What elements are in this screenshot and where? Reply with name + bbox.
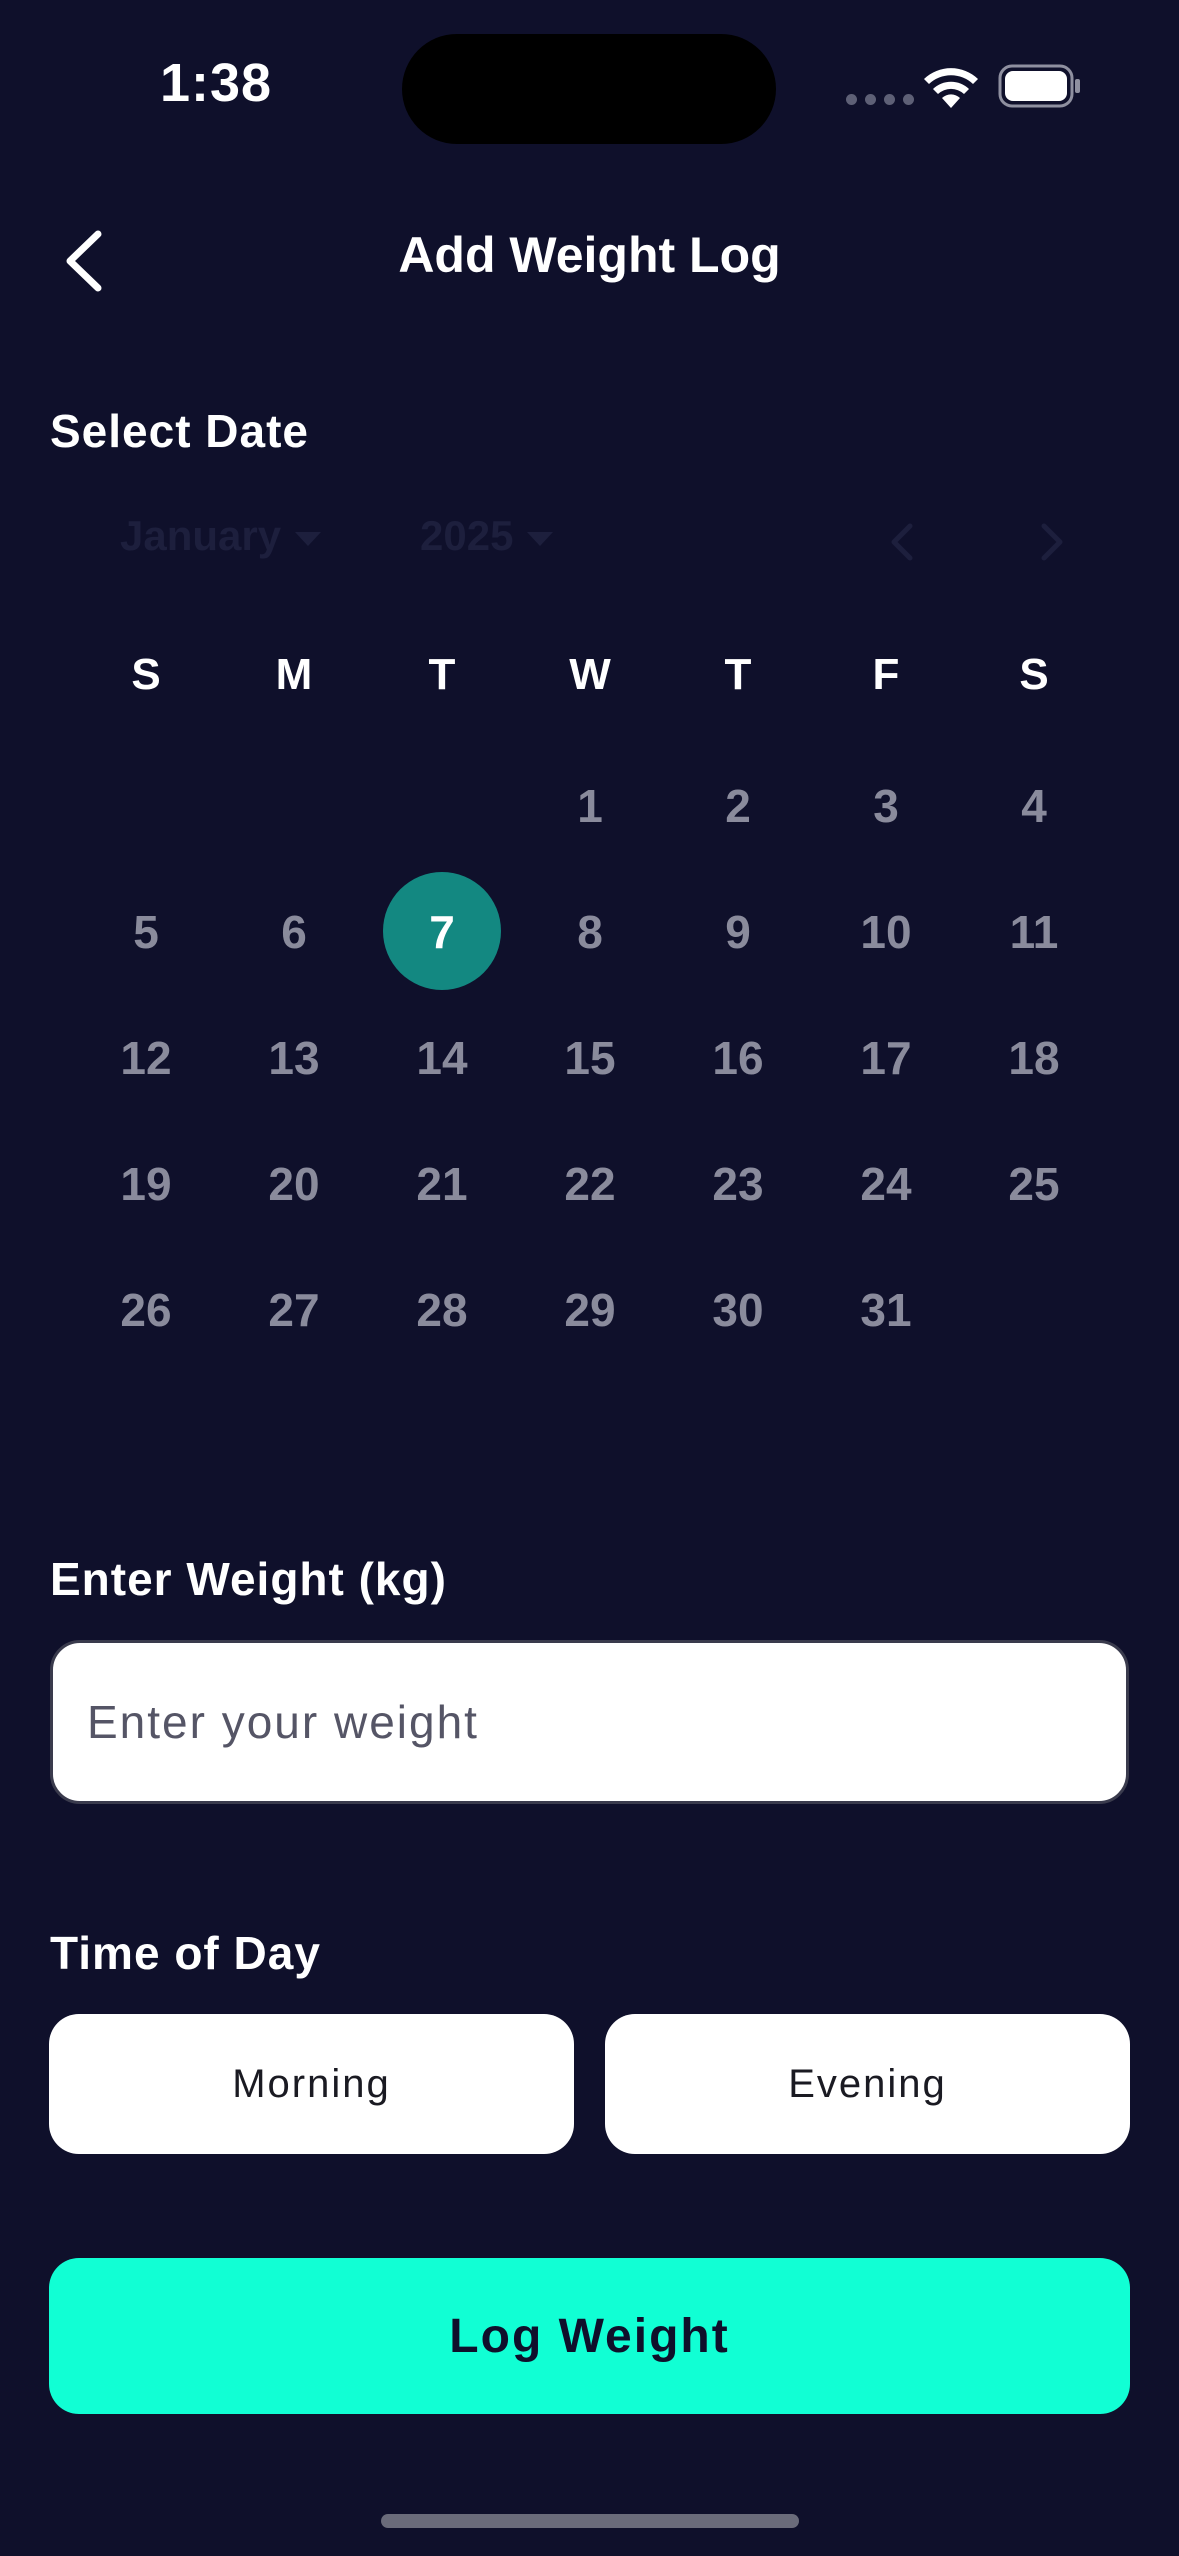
morning-button-label: Morning [232, 2061, 391, 2106]
year-dropdown[interactable]: 2025 [420, 512, 554, 568]
calendar-day-number: 11 [1009, 906, 1059, 958]
calendar-day-number: 25 [1008, 1158, 1060, 1210]
calendar-day-number: 31 [860, 1284, 912, 1336]
add-weight-log-screen: 1:38 Add Weight Log Select Date January … [0, 0, 1179, 2556]
calendar-day[interactable]: 26 [86, 1250, 206, 1370]
calendar-day[interactable]: 13 [234, 998, 354, 1118]
calendar-day[interactable]: 5 [86, 872, 206, 992]
calendar-day-number: 9 [725, 906, 751, 958]
weekday-label: T [724, 650, 752, 699]
log-weight-button[interactable]: Log Weight [49, 2258, 1130, 2414]
calendar-day-number: 3 [873, 780, 899, 832]
calendar-day-number: 28 [416, 1284, 468, 1336]
log-weight-button-label: Log Weight [449, 2309, 730, 2363]
calendar-day[interactable]: 11 [974, 872, 1094, 992]
time-of-day-label: Time of Day [50, 1927, 321, 1979]
weight-input[interactable] [50, 1640, 1129, 1804]
calendar-day[interactable]: 30 [678, 1250, 798, 1370]
calendar-day-number: 20 [268, 1158, 320, 1210]
calendar-day[interactable]: 21 [382, 1124, 502, 1244]
calendar-day[interactable]: 22 [530, 1124, 650, 1244]
calendar-day-number: 12 [120, 1032, 172, 1084]
calendar-day[interactable]: 8 [530, 872, 650, 992]
calendar-day-number: 8 [577, 906, 603, 958]
calendar-day-number: 5 [133, 906, 159, 958]
calendar-day[interactable]: 12 [86, 998, 206, 1118]
calendar-day[interactable]: 9 [678, 872, 798, 992]
calendar-day[interactable]: 23 [678, 1124, 798, 1244]
calendar-day[interactable]: 10 [826, 872, 946, 992]
wifi-icon [924, 68, 978, 108]
caret-down-icon [295, 531, 322, 546]
weekday-label: F [872, 650, 900, 699]
status-time: 1:38 [160, 53, 273, 113]
weekday-label: T [428, 650, 456, 699]
month-dropdown[interactable]: January [120, 512, 322, 568]
calendar-day[interactable]: 29 [530, 1250, 650, 1370]
calendar-day[interactable]: 27 [234, 1250, 354, 1370]
weekday-label: S [131, 650, 161, 699]
calendar-day-number: 2 [725, 780, 751, 832]
page-title: Add Weight Log [398, 227, 781, 283]
calendar-day[interactable]: 6 [234, 872, 354, 992]
calendar-day[interactable]: 17 [826, 998, 946, 1118]
calendar-day-number: 26 [120, 1284, 172, 1336]
calendar-day[interactable]: 31 [826, 1250, 946, 1370]
calendar-day-number: 15 [564, 1032, 616, 1084]
calendar-day-number: 29 [564, 1284, 616, 1336]
calendar-day[interactable]: 4 [974, 746, 1094, 866]
calendar-day-number: 18 [1008, 1032, 1060, 1084]
next-month-icon[interactable] [1032, 520, 1072, 564]
caret-down-icon [527, 531, 554, 546]
calendar-day-number: 10 [860, 906, 912, 958]
calendar-day-number: 16 [712, 1032, 764, 1084]
cellular-signal-icon [846, 94, 914, 105]
previous-month-icon[interactable] [882, 520, 922, 564]
calendar-day[interactable]: 2 [678, 746, 798, 866]
calendar-day[interactable]: 1 [530, 746, 650, 866]
calendar-day[interactable]: 3 [826, 746, 946, 866]
calendar-day-selected[interactable]: 7 [382, 872, 502, 992]
battery-icon [998, 64, 1080, 108]
select-date-label: Select Date [50, 405, 310, 457]
calendar-day-number: 23 [712, 1158, 764, 1210]
calendar-day[interactable]: 25 [974, 1124, 1094, 1244]
calendar-day-number: 22 [564, 1158, 616, 1210]
calendar-day-number: 27 [268, 1284, 320, 1336]
calendar-day[interactable]: 28 [382, 1250, 502, 1370]
calendar-day[interactable]: 14 [382, 998, 502, 1118]
calendar-day-number: 30 [712, 1284, 764, 1336]
weekday-label: S [1019, 650, 1049, 699]
evening-button[interactable]: Evening [605, 2014, 1130, 2154]
calendar-day-number: 6 [281, 906, 307, 958]
calendar-day[interactable]: 18 [974, 998, 1094, 1118]
calendar-day-number: 19 [120, 1158, 172, 1210]
weekday-label: M [275, 650, 313, 699]
calendar-day-number: 4 [1021, 780, 1047, 832]
home-indicator [381, 2514, 799, 2528]
calendar-day-number: 17 [860, 1032, 912, 1084]
evening-button-label: Evening [788, 2061, 947, 2106]
calendar-day-number: 13 [268, 1032, 320, 1084]
calendar-day[interactable]: 20 [234, 1124, 354, 1244]
month-label: January [120, 512, 282, 559]
morning-button[interactable]: Morning [49, 2014, 574, 2154]
calendar-day[interactable]: 15 [530, 998, 650, 1118]
calendar-day[interactable]: 19 [86, 1124, 206, 1244]
calendar-day-number: 7 [429, 906, 455, 958]
year-label: 2025 [420, 512, 514, 559]
calendar-day[interactable]: 24 [826, 1124, 946, 1244]
calendar-day[interactable]: 16 [678, 998, 798, 1118]
dynamic-island [402, 34, 776, 144]
weekday-label: W [569, 650, 611, 699]
calendar-day-number: 21 [416, 1158, 468, 1210]
calendar-day-number: 14 [416, 1032, 468, 1084]
calendar-day-number: 1 [577, 780, 603, 832]
calendar-day-number: 24 [860, 1158, 912, 1210]
weight-label: Enter Weight (kg) [50, 1553, 447, 1605]
